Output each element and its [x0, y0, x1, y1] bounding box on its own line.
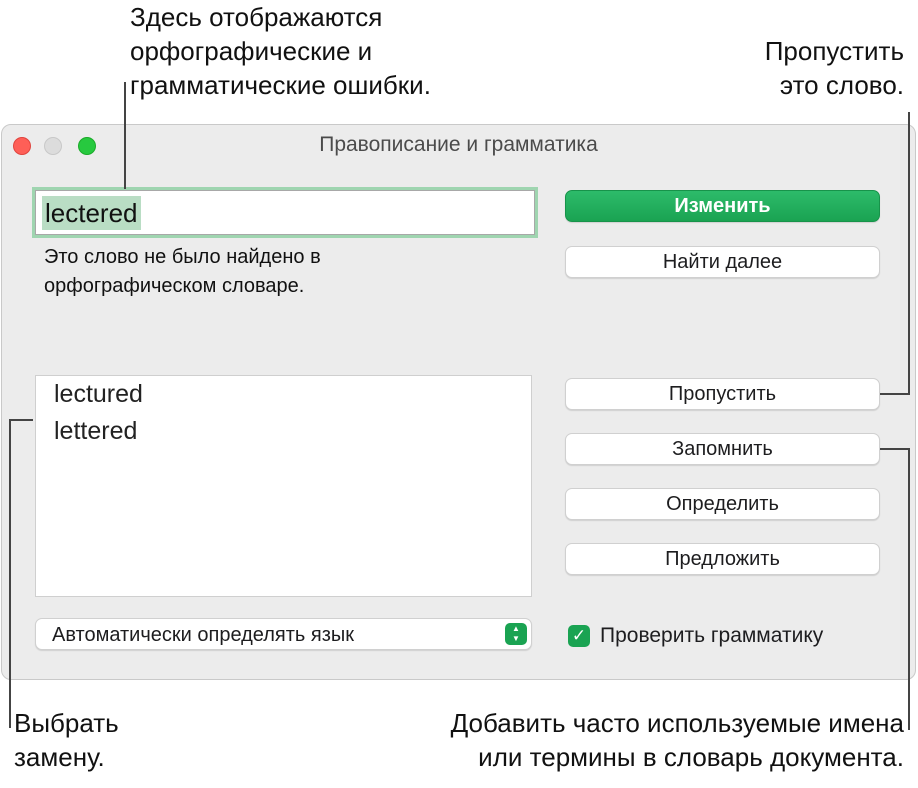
- language-select[interactable]: Автоматически определять язык ▲ ▼: [35, 618, 532, 650]
- leader-line-skip-tick: [880, 393, 910, 395]
- callout-learn: Добавить часто используемые имена или те…: [450, 708, 904, 772]
- leader-line-replace: [9, 419, 11, 728]
- leader-line-replace-tick: [9, 419, 33, 421]
- suggestions-list[interactable]: lectured lettered: [35, 375, 532, 597]
- callout-skip: Пропустить это слово.: [764, 36, 904, 100]
- find-next-button[interactable]: Найти далее: [565, 246, 880, 278]
- define-button[interactable]: Определить: [565, 488, 880, 520]
- leader-line-skip: [908, 112, 910, 394]
- checkmark-icon: ✓: [571, 626, 587, 645]
- misspelled-word-field[interactable]: lectered: [35, 190, 535, 235]
- spelling-message: Это слово не было найдено в орфографичес…: [44, 246, 321, 297]
- learn-button[interactable]: Запомнить: [565, 433, 880, 465]
- leader-line-errors: [124, 82, 126, 189]
- titlebar: Правописание и грамматика: [2, 125, 915, 165]
- list-item[interactable]: lectured: [54, 377, 143, 411]
- check-grammar-label: Проверить грамматику: [600, 624, 824, 647]
- leader-line-learn-tick: [880, 448, 910, 450]
- spelling-window: Правописание и грамматика lectered Это с…: [1, 124, 916, 680]
- check-grammar-checkbox[interactable]: ✓: [568, 625, 590, 647]
- callout-errors: Здесь отображаются орфографические и гра…: [130, 2, 431, 100]
- list-item[interactable]: lettered: [54, 414, 137, 448]
- change-button[interactable]: Изменить: [565, 190, 880, 222]
- callout-replace: Выбрать замену.: [14, 708, 119, 772]
- language-select-value: Автоматически определять язык: [52, 624, 355, 646]
- leader-line-learn: [908, 448, 910, 730]
- guess-button[interactable]: Предложить: [565, 543, 880, 575]
- ignore-button[interactable]: Пропустить: [565, 378, 880, 410]
- chevron-updown-icon: ▲ ▼: [505, 623, 527, 645]
- misspelled-word: lectered: [42, 196, 141, 230]
- window-title: Правописание и грамматика: [319, 133, 598, 156]
